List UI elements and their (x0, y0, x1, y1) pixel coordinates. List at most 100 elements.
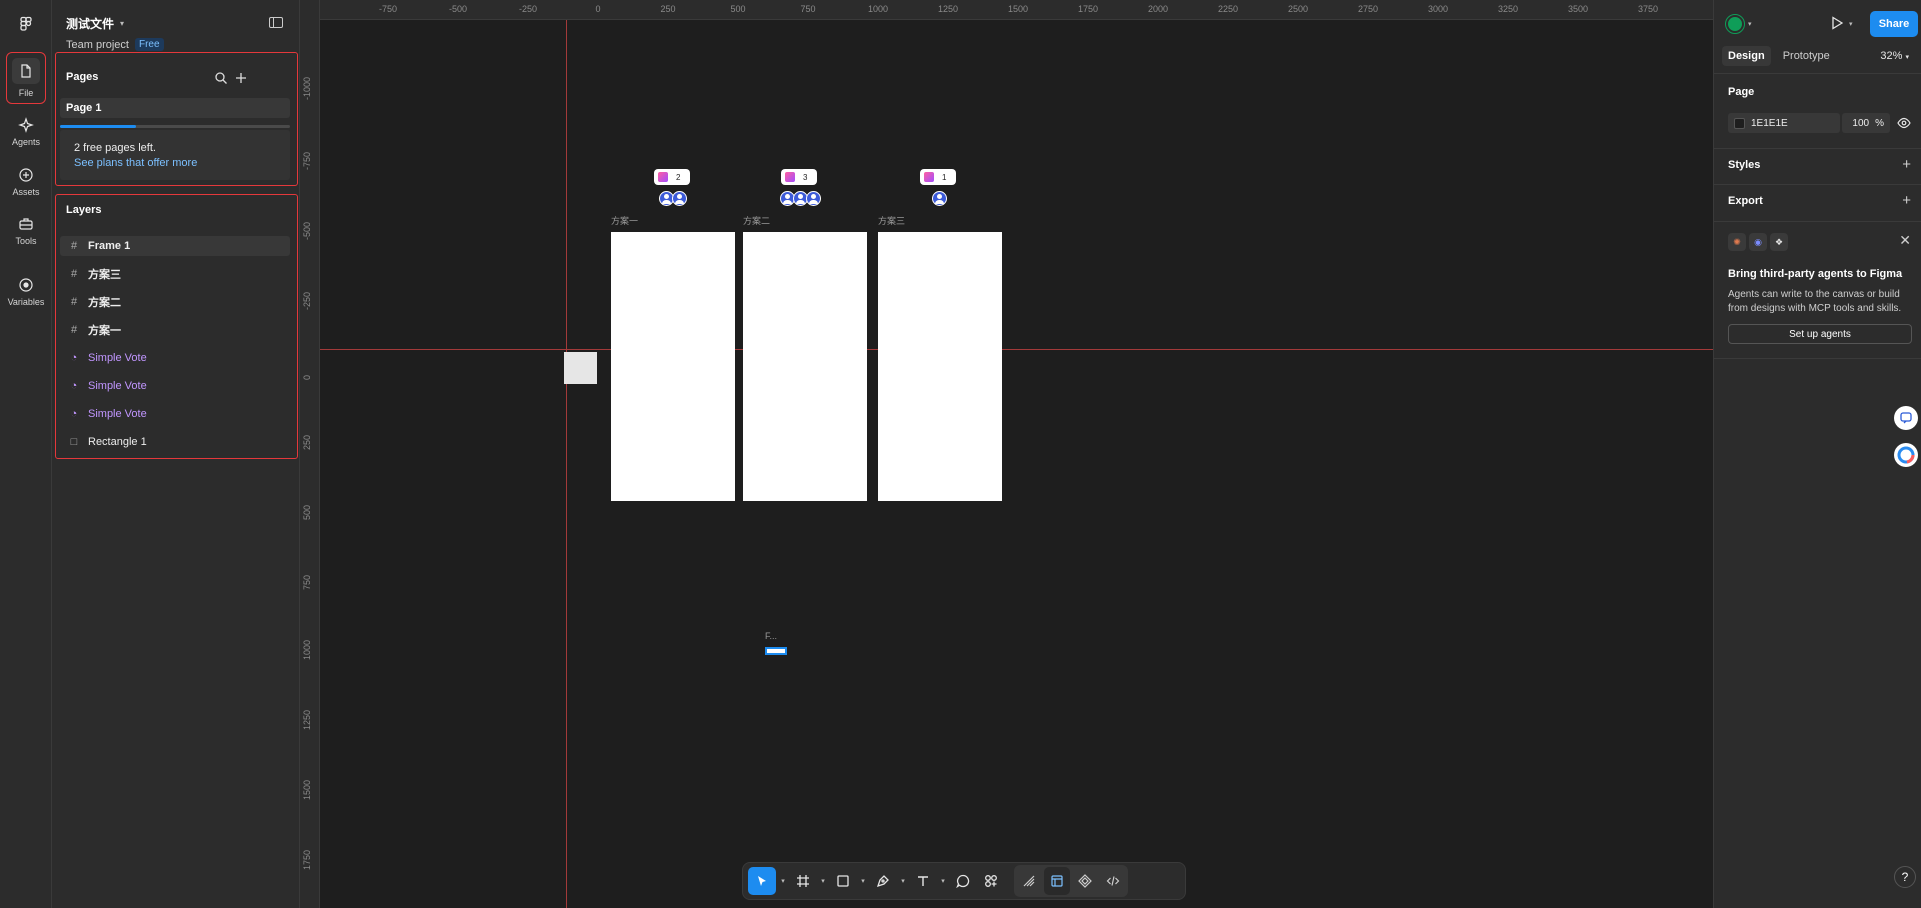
draw-icon (1023, 875, 1035, 887)
layer-item[interactable]: ◔ Simple Vote (60, 404, 290, 424)
rail-assets-button[interactable]: Assets (6, 160, 46, 204)
pen-tool-button[interactable] (870, 867, 896, 895)
ruler-tick-label: 750 (800, 4, 816, 14)
layer-name: 方案二 (88, 297, 121, 309)
zoom-level[interactable]: 32% ▾ (1880, 50, 1909, 62)
divider (1714, 148, 1921, 149)
frame-1[interactable] (765, 647, 787, 655)
chevron-down-icon[interactable]: ▾ (1849, 20, 1853, 28)
dev-mode-button[interactable] (1100, 867, 1126, 895)
help-button[interactable]: ? (1894, 866, 1916, 888)
eye-icon[interactable] (1897, 117, 1911, 129)
add-page-icon[interactable] (234, 71, 248, 85)
ruler-tick-label: -500 (302, 221, 312, 240)
layer-item[interactable]: ◔ Simple Vote (60, 348, 290, 368)
ruler-tick-label: 2500 (1287, 4, 1309, 14)
opacity-value: 100 (1852, 117, 1870, 129)
chevron-down-icon[interactable]: ▾ (818, 877, 828, 885)
rectangle-1[interactable] (564, 352, 597, 384)
layer-name: 方案一 (88, 325, 121, 337)
pages-title: Pages (66, 71, 99, 83)
frame-label[interactable]: 方案一 (611, 214, 638, 227)
design-mode-button[interactable] (1044, 867, 1070, 895)
ruler-tick-label: -1000 (302, 76, 312, 100)
shape-tool-button[interactable] (830, 867, 856, 895)
ruler-tick-label: 1250 (937, 4, 959, 14)
ruler-tick-label: 2000 (1147, 4, 1169, 14)
layer-item[interactable]: # Frame 1 (60, 236, 290, 256)
chevron-down-icon[interactable]: ▾ (938, 877, 948, 885)
rail-agents-button[interactable]: Agents (6, 110, 46, 154)
canvas[interactable]: 方案一 2 方案二 3 方案三 1 F... -750 -500 -250 0 250 500 750… (300, 0, 1713, 908)
actions-tool-button[interactable] (978, 867, 1004, 895)
set-up-agents-button[interactable]: Set up agents (1728, 324, 1912, 344)
rail-tools-button[interactable]: Tools (6, 209, 46, 253)
share-button[interactable]: Share (1870, 11, 1918, 37)
file-name: 测试文件 (66, 17, 115, 31)
frame-tool-button[interactable] (790, 867, 816, 895)
frame-label[interactable]: 方案二 (743, 214, 770, 227)
layer-item[interactable]: # 方案一 (60, 320, 290, 340)
vote-widget[interactable]: 3 (781, 169, 817, 185)
design-frame[interactable] (743, 232, 867, 501)
team-name[interactable]: Team project (66, 39, 129, 51)
draw-mode-button[interactable] (1016, 867, 1042, 895)
chevron-down-icon[interactable]: ▾ (778, 877, 788, 885)
layer-item[interactable]: □ Rectangle 1 (60, 432, 290, 452)
chevron-down-icon[interactable]: ▾ (858, 877, 868, 885)
frame-label[interactable]: 方案三 (878, 214, 905, 227)
rail-assets-label: Assets (12, 187, 40, 197)
layer-name: Rectangle 1 (88, 436, 147, 448)
component-mode-button[interactable] (1072, 867, 1098, 895)
ruler-tick-label: -250 (518, 4, 538, 14)
right-panel: ▾ ▾ Share Design Prototype 32% ▾ Page 1E… (1713, 0, 1921, 908)
plan-badge[interactable]: Free (134, 38, 164, 51)
percent-sign: % (1875, 117, 1884, 129)
text-tool-button[interactable] (910, 867, 936, 895)
layer-item[interactable]: # 方案三 (60, 264, 290, 284)
rail-file-button[interactable]: File (6, 52, 46, 104)
layer-item[interactable]: # 方案二 (60, 292, 290, 312)
rail-variables-button[interactable]: Variables (6, 270, 46, 314)
user-avatar-icon (805, 191, 821, 206)
vote-widget[interactable]: 1 (920, 169, 956, 185)
rectangle-icon (837, 875, 849, 887)
color-swatch[interactable] (1734, 117, 1745, 129)
assistant-float-icon[interactable] (1894, 443, 1918, 467)
cursor-icon (758, 876, 766, 886)
agent-promo-desc: Agents can write to the canvas or build … (1728, 289, 1902, 314)
add-export-icon[interactable]: + (1902, 192, 1911, 209)
background-color-field[interactable]: 1E1E1E (1728, 113, 1840, 133)
close-icon[interactable]: ✕ (1899, 232, 1911, 249)
figma-menu-icon[interactable] (18, 16, 34, 32)
layer-name: 方案三 (88, 269, 121, 281)
frame-icon: # (70, 324, 78, 336)
variables-icon (19, 278, 33, 292)
toggle-sidebar-icon[interactable] (269, 17, 283, 28)
ai-chat-float-icon[interactable] (1894, 406, 1918, 430)
widget-icon: ◔ (70, 352, 78, 364)
user-avatar[interactable] (1725, 14, 1745, 34)
move-tool-button[interactable] (748, 867, 776, 895)
tab-prototype[interactable]: Prototype (1777, 46, 1836, 66)
design-frame[interactable] (878, 232, 1002, 501)
add-style-icon[interactable]: + (1902, 156, 1911, 173)
present-icon[interactable] (1831, 16, 1843, 30)
pages-usage-fill (60, 125, 136, 128)
search-icon[interactable] (214, 71, 228, 85)
see-plans-link[interactable]: See plans that offer more (74, 157, 197, 169)
design-frame[interactable] (611, 232, 735, 501)
layers-title: Layers (66, 204, 102, 216)
file-title[interactable]: 测试文件 ▾ (66, 15, 124, 32)
comment-tool-button[interactable] (950, 867, 976, 895)
rail-variables-label: Variables (7, 297, 45, 307)
opacity-field[interactable]: 100 % (1842, 113, 1890, 133)
layer-item[interactable]: ◔ Simple Vote (60, 376, 290, 396)
tab-design[interactable]: Design (1722, 46, 1771, 66)
vote-widget[interactable]: 2 (654, 169, 690, 185)
design-icon (1051, 875, 1063, 887)
chevron-down-icon[interactable]: ▾ (898, 877, 908, 885)
agent-logos: ✺ ◉ ❖ (1728, 233, 1788, 251)
chevron-down-icon[interactable]: ▾ (1748, 20, 1752, 28)
page-item[interactable]: Page 1 (60, 98, 290, 118)
